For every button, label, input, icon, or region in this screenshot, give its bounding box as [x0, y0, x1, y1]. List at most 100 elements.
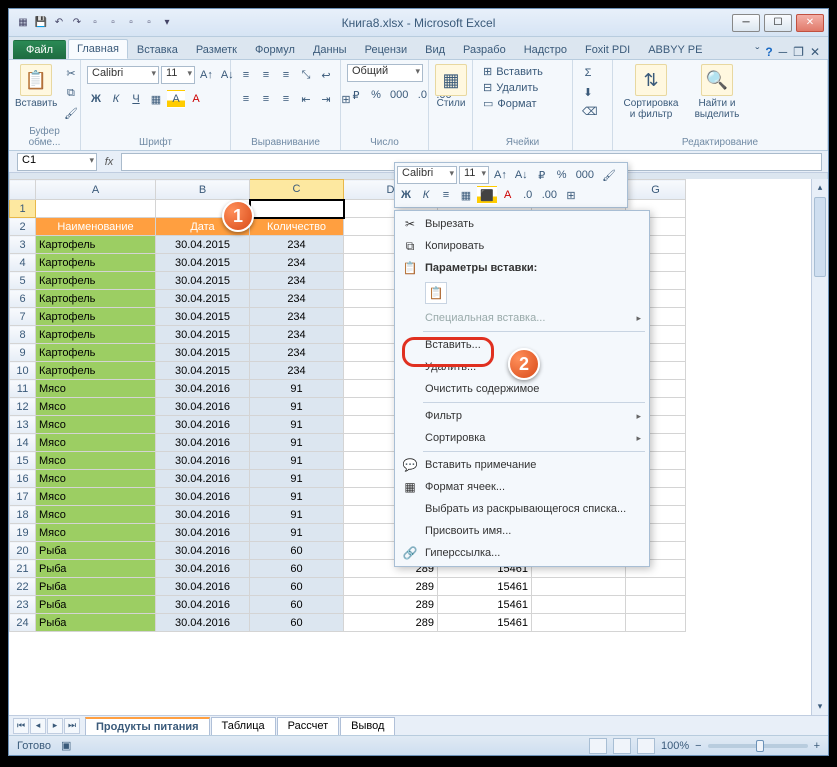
cell-B4[interactable]: 30.04.2015 [156, 254, 250, 272]
cell-A3[interactable]: Картофель [36, 236, 156, 254]
tab-формул[interactable]: Формул [246, 40, 304, 59]
cell-B18[interactable]: 30.04.2016 [156, 506, 250, 524]
align-right-icon[interactable]: ≡ [277, 90, 295, 108]
cell-C5[interactable]: 234 [250, 272, 344, 290]
col-header-G[interactable]: G [626, 180, 686, 200]
border-icon[interactable]: ▦ [147, 90, 165, 108]
cell-A12[interactable]: Мясо [36, 398, 156, 416]
number-format-combo[interactable]: Общий [347, 64, 423, 82]
mini-dec-inc-icon[interactable]: .0 [519, 186, 537, 204]
undo-icon[interactable]: ↶ [51, 15, 67, 31]
cell-E24[interactable]: 15461 [438, 614, 532, 632]
cells-delete-button[interactable]: ⊟Удалить [479, 80, 542, 95]
row-header-14[interactable]: 14 [10, 434, 36, 452]
macro-record-icon[interactable]: ▣ [61, 739, 71, 752]
cell-B10[interactable]: 30.04.2015 [156, 362, 250, 380]
cell-B24[interactable]: 30.04.2016 [156, 614, 250, 632]
row-header-9[interactable]: 9 [10, 344, 36, 362]
cell-B12[interactable]: 30.04.2016 [156, 398, 250, 416]
cell-B16[interactable]: 30.04.2016 [156, 470, 250, 488]
tab-вид[interactable]: Вид [416, 40, 454, 59]
cell-F23[interactable] [532, 596, 626, 614]
styles-button[interactable]: ▦Стили [435, 64, 467, 109]
mini-font-color-icon[interactable]: A [499, 186, 517, 204]
cell-C7[interactable]: 234 [250, 308, 344, 326]
cell-C21[interactable]: 60 [250, 560, 344, 578]
percent-icon[interactable]: % [367, 86, 385, 104]
col-header-B[interactable]: B [156, 180, 250, 200]
qat-dropdown-icon[interactable]: ▾ [159, 15, 175, 31]
cell-A2[interactable]: Наименование [36, 218, 156, 236]
ctx-filter[interactable]: Фильтр▸ [397, 405, 647, 427]
clear-icon[interactable]: ⌫ [579, 102, 601, 120]
close-button[interactable]: ✕ [796, 14, 824, 32]
tab-разрабо[interactable]: Разрабо [454, 40, 515, 59]
currency-icon[interactable]: ₽ [347, 86, 365, 104]
cell-E23[interactable]: 15461 [438, 596, 532, 614]
cell-C20[interactable]: 60 [250, 542, 344, 560]
fill-color-icon[interactable]: A [167, 90, 185, 108]
row-header-12[interactable]: 12 [10, 398, 36, 416]
ctx-clear[interactable]: Очистить содержимое [397, 378, 647, 400]
cell-C18[interactable]: 91 [250, 506, 344, 524]
tab-данны[interactable]: Данны [304, 40, 356, 59]
copy-icon[interactable]: ⧉ [61, 84, 81, 102]
row-header-8[interactable]: 8 [10, 326, 36, 344]
view-layout-icon[interactable] [613, 738, 631, 754]
ctx-format-cells[interactable]: ▦Формат ячеек... [397, 476, 647, 498]
col-header-C[interactable]: C [250, 180, 344, 200]
sheet-tab-3[interactable]: Вывод [340, 717, 395, 735]
cell-C23[interactable]: 60 [250, 596, 344, 614]
sheet-nav-first[interactable]: ⏮ [13, 718, 29, 734]
cell-C8[interactable]: 234 [250, 326, 344, 344]
row-header-19[interactable]: 19 [10, 524, 36, 542]
cell-C17[interactable]: 91 [250, 488, 344, 506]
row-header-18[interactable]: 18 [10, 506, 36, 524]
row-header-10[interactable]: 10 [10, 362, 36, 380]
tab-рецензи[interactable]: Рецензи [356, 40, 417, 59]
mini-border-icon[interactable]: ▦ [457, 186, 475, 204]
cell-A20[interactable]: Рыба [36, 542, 156, 560]
cell-C13[interactable]: 91 [250, 416, 344, 434]
font-name-combo[interactable]: Calibri [87, 66, 159, 84]
row-header-5[interactable]: 5 [10, 272, 36, 290]
row-header-24[interactable]: 24 [10, 614, 36, 632]
align-center-icon[interactable]: ≡ [257, 90, 275, 108]
row-header-7[interactable]: 7 [10, 308, 36, 326]
cell-B14[interactable]: 30.04.2016 [156, 434, 250, 452]
paste-button[interactable]: 📋 Вставить [15, 64, 57, 109]
zoom-in-icon[interactable]: + [814, 740, 820, 752]
workbook-close-icon[interactable]: ✕ [810, 45, 820, 59]
ctx-sort[interactable]: Сортировка▸ [397, 427, 647, 449]
mini-comma-icon[interactable]: 000 [573, 166, 597, 184]
cell-B9[interactable]: 30.04.2015 [156, 344, 250, 362]
row-header-21[interactable]: 21 [10, 560, 36, 578]
cell-A22[interactable]: Рыба [36, 578, 156, 596]
tab-abbyy pe[interactable]: ABBYY PE [639, 40, 711, 59]
ctx-comment[interactable]: 💬Вставить примечание [397, 454, 647, 476]
cell-A5[interactable]: Картофель [36, 272, 156, 290]
cell-B15[interactable]: 30.04.2016 [156, 452, 250, 470]
mini-merge-icon[interactable]: ⊞ [562, 186, 580, 204]
align-middle-icon[interactable]: ≡ [257, 66, 275, 84]
sheet-nav-last[interactable]: ⏭ [64, 718, 80, 734]
cell-C22[interactable]: 60 [250, 578, 344, 596]
tab-надстро[interactable]: Надстро [515, 40, 576, 59]
sheet-nav-next[interactable]: ▸ [47, 718, 63, 734]
row-header-22[interactable]: 22 [10, 578, 36, 596]
redo-icon[interactable]: ↷ [69, 15, 85, 31]
autosum-icon[interactable]: Σ [579, 64, 597, 82]
fx-icon[interactable]: fx [97, 156, 121, 168]
cell-A21[interactable]: Рыба [36, 560, 156, 578]
sheet-tab-0[interactable]: Продукты питания [85, 717, 210, 735]
row-header-20[interactable]: 20 [10, 542, 36, 560]
cell-G23[interactable] [626, 596, 686, 614]
mini-grow-icon[interactable]: A↑ [491, 166, 510, 184]
row-header-16[interactable]: 16 [10, 470, 36, 488]
row-header-15[interactable]: 15 [10, 452, 36, 470]
ctx-hyperlink[interactable]: 🔗Гиперссылка... [397, 542, 647, 564]
cell-C10[interactable]: 234 [250, 362, 344, 380]
cell-F22[interactable] [532, 578, 626, 596]
cell-A17[interactable]: Мясо [36, 488, 156, 506]
cell-A15[interactable]: Мясо [36, 452, 156, 470]
